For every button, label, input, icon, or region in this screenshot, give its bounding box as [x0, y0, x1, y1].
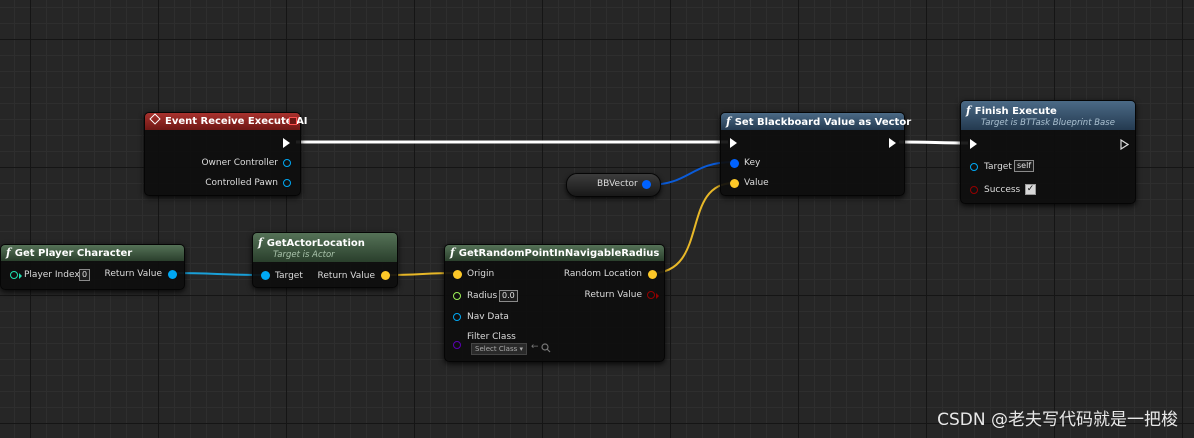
success-label: Success — [984, 185, 1021, 195]
exec-out-pin[interactable] — [283, 138, 290, 148]
wire-layer — [172, 140, 969, 276]
target-self-field[interactable]: self — [1014, 160, 1035, 172]
wire-player-character-to-target — [172, 272, 265, 276]
key-pin[interactable] — [730, 159, 739, 168]
bbvector-out-pin[interactable] — [642, 180, 651, 189]
event-delegate-icon[interactable] — [289, 117, 297, 125]
random-location-label: Random Location — [563, 269, 642, 279]
get-random-point-title: GetRandomPointInNavigableRadius — [458, 248, 660, 259]
owner-controller-label: Owner Controller — [201, 158, 278, 168]
set-blackboard-value-as-vector-node[interactable]: f Set Blackboard Value as Vector Key Valu… — [720, 112, 911, 196]
get-player-character-title: Get Player Character — [14, 248, 133, 259]
watermark: CSDN @老夫写代码就是一把梭 — [937, 410, 1178, 430]
get-actor-location-title: GetActorLocation — [266, 238, 365, 249]
filter-class-pin[interactable] — [453, 341, 461, 349]
value-label: Value — [744, 178, 769, 188]
function-icon: f — [6, 246, 11, 259]
player-index-field[interactable]: 0 — [79, 269, 91, 281]
function-icon: f — [450, 246, 455, 259]
nav-data-label: Nav Data — [467, 312, 509, 322]
return-value-pin[interactable] — [647, 291, 655, 299]
set-blackboard-title: Set Blackboard Value as Vector — [734, 117, 912, 128]
set-blackboard-header[interactable]: f Set Blackboard Value as Vector — [721, 113, 911, 130]
finish-execute-node[interactable]: f Finish Execute Target is BTTask Bluepri… — [960, 100, 1136, 204]
browse-search-icon[interactable] — [541, 343, 551, 353]
player-index-pin[interactable] — [10, 271, 18, 279]
origin-pin[interactable] — [453, 270, 462, 279]
event-node-title: Event Receive Execute AI — [165, 116, 308, 127]
return-value-label: Return Value — [317, 271, 375, 281]
success-checkbox[interactable]: ✓ — [1025, 184, 1036, 195]
owner-controller-pin[interactable] — [283, 159, 291, 167]
filter-class-select[interactable]: Select Class ▾ — [471, 343, 527, 355]
radius-field[interactable]: 0.0 — [499, 290, 518, 302]
exec-out-pin[interactable] — [889, 138, 896, 148]
return-value-label: Return Value — [104, 269, 162, 279]
use-selected-arrow-icon[interactable]: ← — [531, 342, 539, 352]
get-actor-location-subtitle: Target is Actor — [273, 250, 335, 260]
function-icon: f — [258, 236, 263, 249]
target-label: Target — [984, 162, 1012, 172]
event-receive-execute-ai-node[interactable]: Event Receive Execute AI Owner Controlle… — [144, 112, 308, 196]
success-pin[interactable] — [970, 186, 978, 194]
target-label: Target — [275, 271, 303, 281]
radius-pin[interactable] — [453, 292, 461, 300]
get-player-character-node[interactable]: f Get Player Character Player Index 0 Ret… — [0, 244, 185, 290]
controlled-pawn-pin[interactable] — [283, 179, 291, 187]
finish-execute-title: Finish Execute — [974, 106, 1057, 117]
event-node-header[interactable]: Event Receive Execute AI — [145, 113, 308, 130]
random-location-pin[interactable] — [648, 270, 657, 279]
controlled-pawn-label: Controlled Pawn — [205, 178, 278, 188]
bbvector-variable-node[interactable]: BBVector — [566, 173, 661, 197]
target-pin[interactable] — [261, 271, 270, 280]
finish-execute-header[interactable]: f Finish Execute Target is BTTask Bluepri… — [961, 101, 1135, 130]
exec-out-hollow-icon[interactable] — [1120, 139, 1129, 150]
value-pin[interactable] — [730, 179, 739, 188]
nav-data-pin[interactable] — [453, 313, 461, 321]
return-value-label: Return Value — [584, 290, 642, 300]
origin-label: Origin — [467, 269, 495, 279]
get-player-character-header[interactable]: f Get Player Character — [1, 245, 184, 261]
chevron-down-icon: ▾ — [519, 345, 523, 353]
get-actor-location-header[interactable]: f GetActorLocation Target is Actor — [253, 233, 397, 262]
return-value-pin[interactable] — [168, 270, 177, 279]
return-value-pin-arrow — [656, 293, 659, 299]
finish-execute-subtitle: Target is BTTask Blueprint Base — [981, 118, 1115, 128]
bbvector-label: BBVector — [597, 179, 638, 189]
player-index-label: Player Index — [24, 270, 80, 280]
exec-in-pin[interactable] — [970, 139, 977, 149]
player-index-pin-arrow — [19, 273, 22, 279]
radius-label: Radius — [467, 291, 498, 301]
key-label: Key — [744, 158, 761, 168]
get-actor-location-node[interactable]: f GetActorLocation Target is Actor Target… — [252, 232, 398, 288]
get-random-point-header[interactable]: f GetRandomPointInNavigableRadius — [445, 245, 664, 261]
filter-class-label: Filter Class — [467, 332, 516, 342]
function-icon: f — [966, 104, 971, 117]
event-diamond-icon — [149, 113, 161, 125]
target-pin[interactable] — [970, 163, 978, 171]
filter-class-select-text: Select Class — [475, 345, 518, 353]
exec-wire-set-blackboard-to-finish — [898, 140, 969, 145]
return-value-pin[interactable] — [381, 271, 390, 280]
function-icon: f — [726, 115, 731, 128]
exec-in-pin[interactable] — [730, 138, 737, 148]
